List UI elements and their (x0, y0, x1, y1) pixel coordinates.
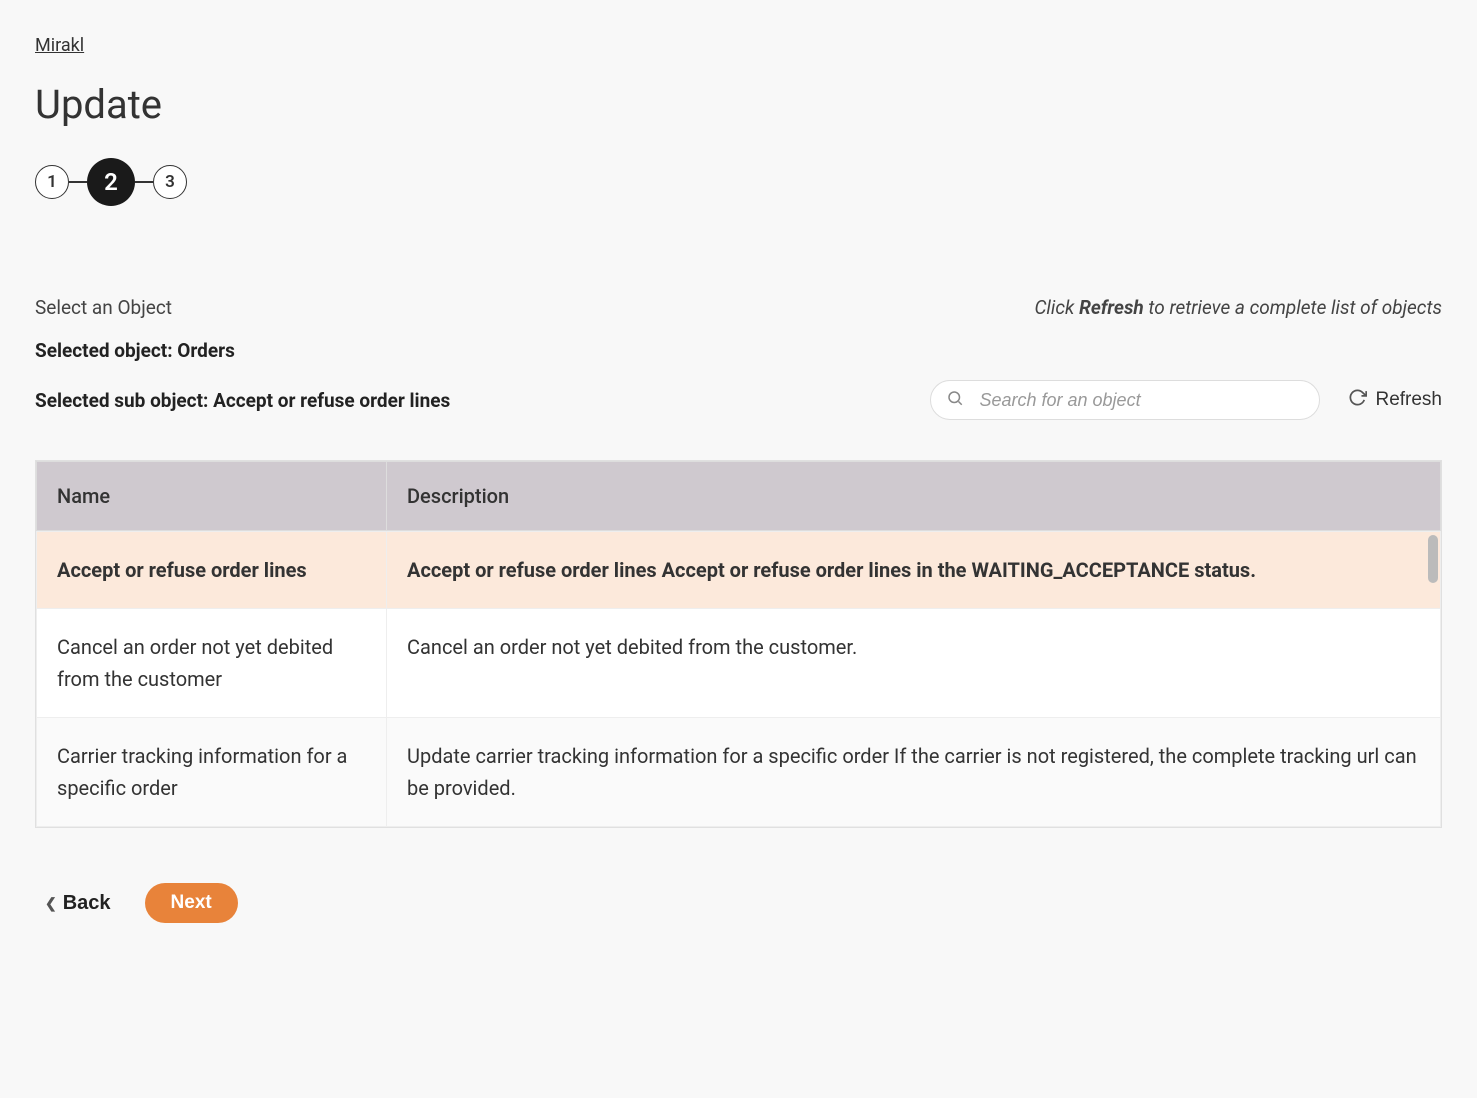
next-button[interactable]: Next (145, 883, 238, 923)
cell-name: Carrier tracking information for a speci… (37, 718, 387, 827)
refresh-icon (1348, 388, 1367, 413)
search-input[interactable] (930, 380, 1320, 420)
step-connector (69, 181, 87, 183)
back-button[interactable]: ❮ Back (45, 892, 111, 915)
page-title: Update (35, 81, 1442, 128)
breadcrumb[interactable]: Mirakl (35, 35, 84, 56)
selected-sub-object: Selected sub object: Accept or refuse or… (35, 389, 450, 412)
search-wrap (930, 380, 1320, 420)
cell-description: Accept or refuse order lines Accept or r… (387, 532, 1441, 609)
footer-nav: ❮ Back Next (35, 883, 1442, 923)
table-row[interactable]: Carrier tracking information for a speci… (37, 718, 1441, 827)
col-name: Name (37, 462, 387, 531)
refresh-button[interactable]: Refresh (1348, 388, 1442, 413)
refresh-hint: Click Refresh to retrieve a complete lis… (1034, 296, 1442, 319)
table-row[interactable]: Accept or refuse order lines Accept or r… (37, 532, 1441, 609)
step-3[interactable]: 3 (153, 165, 187, 199)
chevron-left-icon: ❮ (45, 895, 57, 912)
cell-description: Cancel an order not yet debited from the… (387, 609, 1441, 718)
hint-prefix: Click (1034, 296, 1079, 319)
search-icon (946, 389, 964, 411)
step-1[interactable]: 1 (35, 165, 69, 199)
cell-name: Cancel an order not yet debited from the… (37, 609, 387, 718)
table-scroll[interactable]: Accept or refuse order lines Accept or r… (36, 531, 1441, 827)
stepper: 1 2 3 (35, 158, 1442, 206)
select-object-label: Select an Object (35, 296, 172, 319)
cell-description: Update carrier tracking information for … (387, 718, 1441, 827)
object-table: Name Description Accept or refuse order … (35, 460, 1442, 828)
step-2[interactable]: 2 (87, 158, 135, 206)
table-row[interactable]: Cancel an order not yet debited from the… (37, 609, 1441, 718)
col-description: Description (387, 462, 1441, 531)
selected-object: Selected object: Orders (35, 339, 1442, 362)
cell-name: Accept or refuse order lines (37, 532, 387, 609)
hint-suffix: to retrieve a complete list of objects (1144, 296, 1442, 319)
scrollbar-thumb[interactable] (1428, 535, 1438, 583)
back-label: Back (63, 892, 111, 915)
refresh-label: Refresh (1375, 389, 1442, 411)
step-connector (135, 181, 153, 183)
hint-bold: Refresh (1079, 296, 1144, 319)
